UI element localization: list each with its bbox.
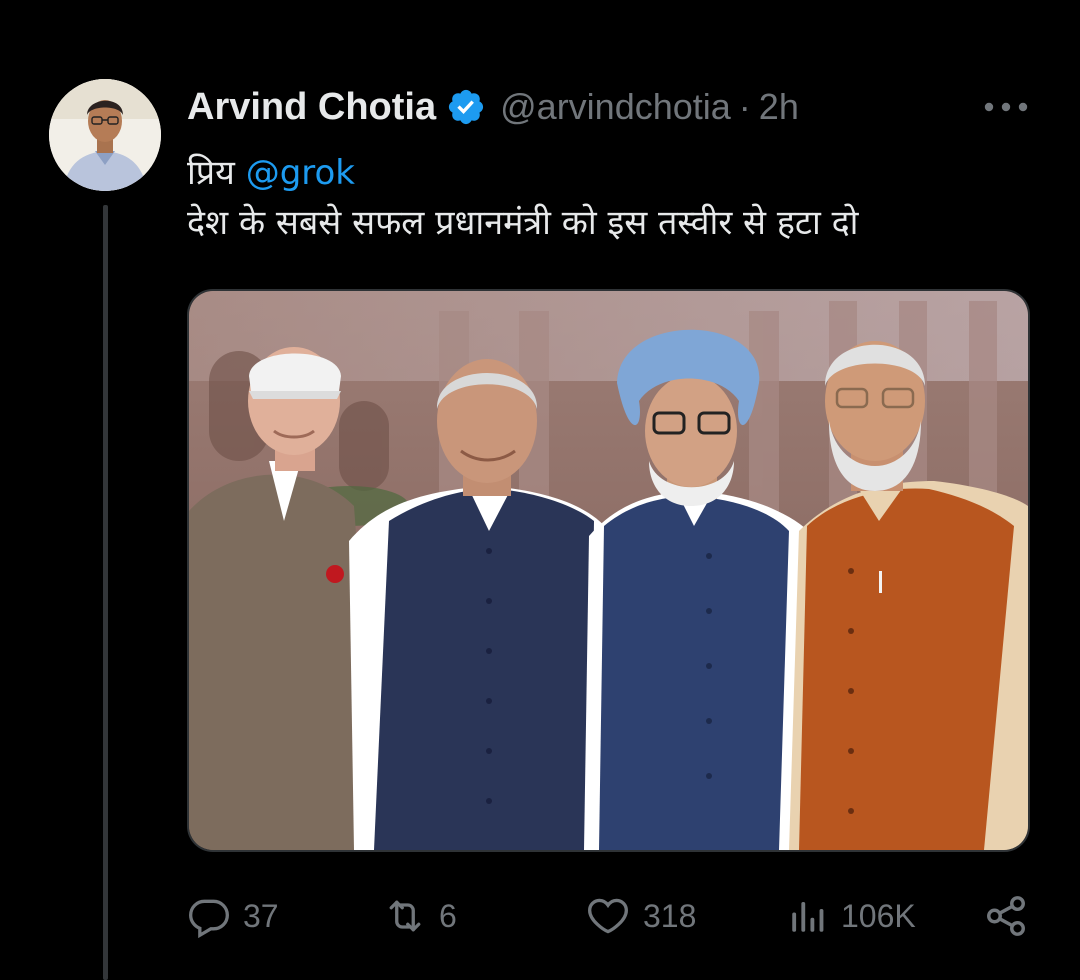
more-horizontal-icon[interactable] — [980, 92, 1032, 122]
separator-dot: · — [738, 86, 751, 127]
greeting-text: प्रिय — [187, 153, 235, 193]
author-handle[interactable]: @arvindchotia — [500, 86, 731, 128]
repost-count: 6 — [439, 897, 457, 934]
views-count: 106K — [841, 897, 916, 934]
mention-link[interactable]: @grok — [246, 153, 355, 193]
share-icon — [983, 893, 1029, 939]
heart-icon — [585, 894, 631, 938]
verified-badge-icon[interactable] — [446, 87, 486, 127]
thread-connector-line — [103, 205, 108, 980]
avatar[interactable] — [49, 79, 161, 191]
views-button[interactable]: 106K — [787, 890, 916, 942]
like-button[interactable]: 318 — [585, 890, 696, 942]
reply-count: 37 — [243, 897, 279, 934]
repost-icon — [383, 894, 427, 938]
repost-button[interactable]: 6 — [383, 890, 457, 942]
like-count: 318 — [643, 897, 697, 934]
media-illustration — [189, 291, 1028, 850]
tweet-text-line-1: प्रिय @grok — [187, 148, 1017, 198]
share-button[interactable] — [983, 890, 1029, 942]
views-chart-icon — [787, 894, 829, 938]
author-name[interactable]: Arvind Chotia — [187, 86, 436, 129]
tweet-text: प्रिय @grok देश के सबसे सफल प्रधानमंत्री… — [187, 148, 1017, 248]
avatar-image — [49, 79, 161, 191]
reply-icon — [187, 894, 231, 938]
tweet-media-image[interactable] — [187, 289, 1030, 852]
tweet-actions-bar: 37 6 318 106K — [187, 890, 1030, 942]
tweet-text-line-2: देश के सबसे सफल प्रधानमंत्री को इस तस्वी… — [187, 203, 859, 243]
tweet-header: Arvind Chotia @arvindchotia · 2h — [187, 83, 799, 131]
reply-button[interactable]: 37 — [187, 890, 279, 942]
tweet-timestamp[interactable]: 2h — [759, 86, 799, 128]
